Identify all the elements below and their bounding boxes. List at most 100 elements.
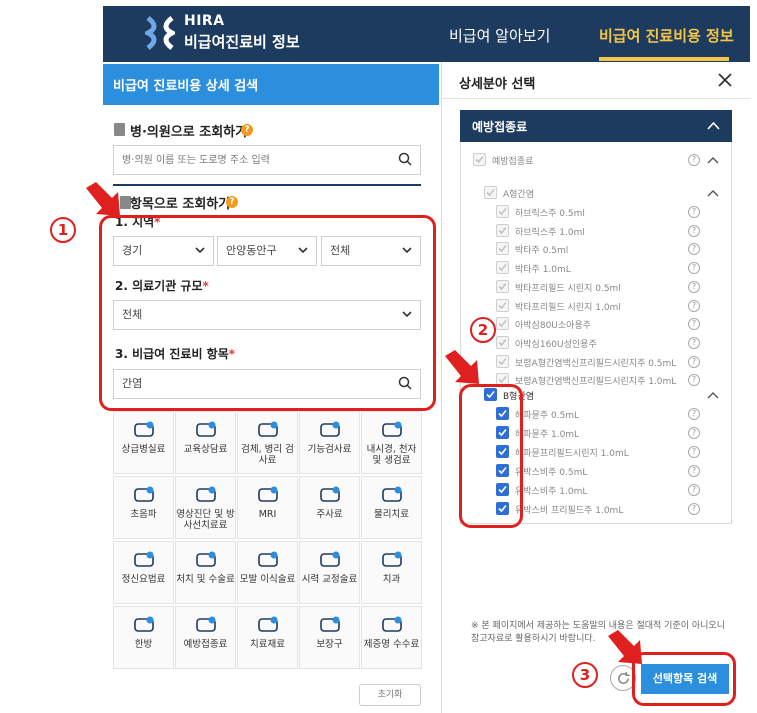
- hospital-section-icon: [114, 123, 125, 136]
- list-item-label: 예방접종료: [492, 157, 534, 167]
- help-icon[interactable]: ?: [688, 355, 700, 368]
- checkbox[interactable]: [484, 186, 497, 199]
- category-label: 처치 및 수술료: [176, 574, 235, 585]
- list-item-label: 보령A형간염백신프리필드시린지주 1.0mL: [515, 377, 677, 388]
- help-icon[interactable]: ?: [688, 206, 700, 218]
- search-icon[interactable]: [398, 152, 412, 166]
- hospital-search-input[interactable]: 병·의원 이름 또는 도로명 주소 입력: [113, 145, 421, 175]
- endoscope-icon: [381, 421, 402, 437]
- chevron-up-icon[interactable]: [707, 189, 719, 197]
- category-tile[interactable]: 주사료: [299, 476, 360, 539]
- help-icon[interactable]: ?: [688, 503, 700, 515]
- list-item-label: 하브릭스주 1.0ml: [515, 227, 585, 238]
- help-icon[interactable]: ?: [688, 280, 700, 293]
- category-tile[interactable]: 한방: [113, 606, 174, 669]
- certificate-icon: [381, 616, 402, 632]
- category-tile[interactable]: 처치 및 수술료: [175, 541, 236, 604]
- help-icon[interactable]: ?: [688, 336, 700, 349]
- category-tile[interactable]: 예방접종료: [175, 606, 236, 669]
- tooth-icon: [381, 551, 402, 567]
- checkbox[interactable]: [496, 298, 509, 312]
- category-tile[interactable]: 교육상담료: [175, 411, 236, 474]
- category-label: 기능검사료: [307, 444, 352, 455]
- vaccine-icon: [195, 616, 216, 632]
- chevron-up-icon[interactable]: [707, 391, 719, 399]
- injection-icon: [319, 486, 340, 502]
- category-tile[interactable]: 내시경, 천자 및 생검료: [361, 411, 422, 474]
- help-icon[interactable]: ?: [241, 124, 253, 136]
- checkbox[interactable]: [496, 335, 509, 349]
- brand-title: 비급여진료비 정보: [184, 33, 300, 51]
- checkbox[interactable]: [496, 223, 509, 237]
- category-tile[interactable]: 제증명 수수료: [361, 606, 422, 669]
- list-item-label: 헤파뮨주 0.5mL: [515, 411, 580, 421]
- chevron-up-icon[interactable]: [707, 156, 719, 164]
- nav-item-about[interactable]: 비급여 알아보기: [449, 25, 550, 46]
- physio-icon: [381, 486, 402, 502]
- checkbox[interactable]: [496, 261, 509, 275]
- category-label: 시력 교정술료: [301, 574, 358, 585]
- category-tile[interactable]: 검체, 병리 검사료: [237, 411, 298, 474]
- category-tile[interactable]: 물리치료: [361, 476, 422, 539]
- list-item-label: 하브릭스주 0.5ml: [515, 209, 585, 219]
- checkbox[interactable]: [496, 205, 509, 218]
- imaging-icon: [195, 486, 216, 502]
- help-icon[interactable]: ?: [688, 262, 700, 275]
- chevron-up-icon[interactable]: [707, 121, 720, 130]
- category-tile[interactable]: 영상진단 및 방사선치료료: [175, 476, 236, 539]
- help-icon[interactable]: ?: [688, 299, 700, 312]
- category-label: 영상진단 및 방사선치료료: [176, 509, 235, 531]
- list-item-label: 박타프리필드 시린지 0.5ml: [515, 283, 621, 294]
- category-tile[interactable]: 초음파: [113, 476, 174, 539]
- category-label: 치료재료: [250, 639, 285, 650]
- close-icon[interactable]: [717, 72, 733, 88]
- reset-button[interactable]: 초기화: [359, 684, 421, 706]
- list-item-label: 아박심160U성인용주: [515, 339, 597, 350]
- category-tile[interactable]: 보장구: [299, 606, 360, 669]
- help-icon[interactable]: ?: [226, 196, 238, 208]
- psychotherapy-icon: [133, 551, 154, 567]
- help-icon[interactable]: ?: [688, 224, 700, 237]
- eye-icon: [319, 551, 340, 567]
- list-item-label: A형간염: [503, 190, 534, 200]
- category-tile[interactable]: 치과: [361, 541, 422, 604]
- category-tile[interactable]: 기능검사료: [299, 411, 360, 474]
- acupuncture-icon: [133, 616, 154, 632]
- category-tile[interactable]: 시력 교정술료: [299, 541, 360, 604]
- category-grid: 상급병실료 교육상담료 검체, 병리 검사료 기능검사료 내시경, 천자 및 생검료초음…: [113, 411, 422, 671]
- red-arrow-icon: [608, 630, 642, 664]
- help-icon[interactable]: ?: [688, 465, 700, 477]
- help-icon[interactable]: ?: [688, 154, 700, 166]
- category-tile[interactable]: MRI: [237, 476, 298, 539]
- help-icon[interactable]: ?: [688, 446, 700, 458]
- checkbox[interactable]: [496, 242, 509, 256]
- category-tile[interactable]: 모발 이식술료: [237, 541, 298, 604]
- help-icon[interactable]: ?: [688, 427, 700, 439]
- nav-item-cost-info[interactable]: 비급여 진료비용 정보: [599, 25, 734, 46]
- category-tile[interactable]: 치료재료: [237, 606, 298, 669]
- highlight-box-1: [99, 215, 436, 411]
- checkbox[interactable]: [496, 279, 509, 293]
- checkbox[interactable]: [496, 354, 509, 368]
- accordion-label: 예방접종료: [472, 120, 528, 134]
- hospital-section-heading: 병·의원으로 조회하기: [130, 125, 248, 140]
- annotation-badge-2: 2: [470, 317, 496, 343]
- help-icon[interactable]: ?: [688, 408, 700, 420]
- category-label: 보장구: [316, 639, 343, 650]
- category-label: 초음파: [130, 509, 157, 520]
- category-label: 교육상담료: [183, 444, 228, 455]
- checkbox[interactable]: [473, 153, 486, 166]
- checkbox[interactable]: [496, 317, 509, 331]
- annotation-badge-3: 3: [572, 662, 598, 688]
- help-icon[interactable]: ?: [688, 484, 700, 496]
- annotation-badge-1: 1: [50, 217, 76, 243]
- category-label: 정신요법료: [121, 574, 166, 585]
- category-tile[interactable]: 정신요법료: [113, 541, 174, 604]
- consult-icon: [195, 421, 216, 437]
- category-label: 한방: [134, 639, 153, 650]
- hair-transplant-icon: [257, 551, 278, 567]
- category-tile[interactable]: 상급병실료: [113, 411, 174, 474]
- list-item-label: 유박스비주 0.5mL: [515, 468, 588, 478]
- wheelchair-icon: [319, 616, 340, 632]
- category-label: 내시경, 천자 및 생검료: [366, 444, 417, 466]
